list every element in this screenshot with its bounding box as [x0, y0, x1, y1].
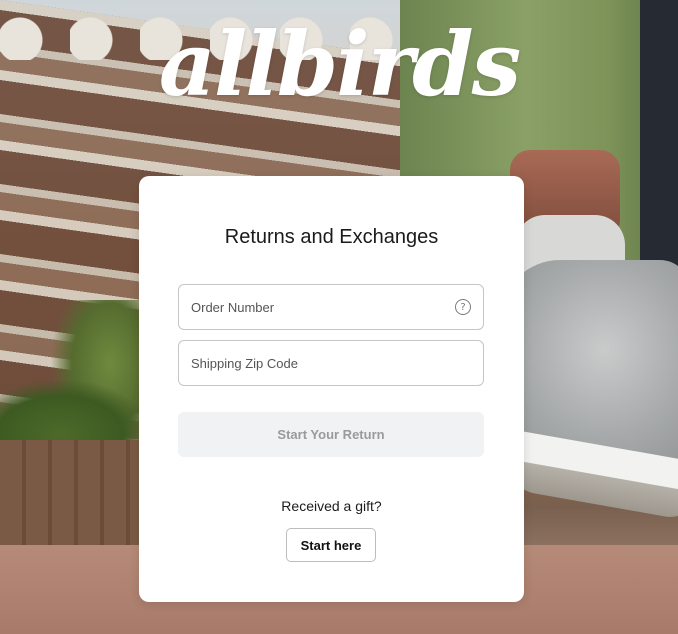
- returns-card: Returns and Exchanges ? Start Your Retur…: [139, 176, 524, 602]
- start-here-button[interactable]: Start here: [286, 528, 376, 562]
- help-icon[interactable]: ?: [455, 299, 471, 315]
- zip-code-input[interactable]: [191, 341, 471, 385]
- gift-prompt: Received a gift?: [281, 498, 382, 514]
- brand-logo: allbirds: [158, 12, 521, 116]
- start-return-button[interactable]: Start Your Return: [178, 412, 484, 457]
- order-number-input[interactable]: [191, 285, 455, 329]
- order-number-field[interactable]: ?: [178, 284, 484, 330]
- zip-code-field[interactable]: [178, 340, 484, 386]
- sneaker-image: [500, 260, 678, 460]
- page-title: Returns and Exchanges: [224, 226, 439, 248]
